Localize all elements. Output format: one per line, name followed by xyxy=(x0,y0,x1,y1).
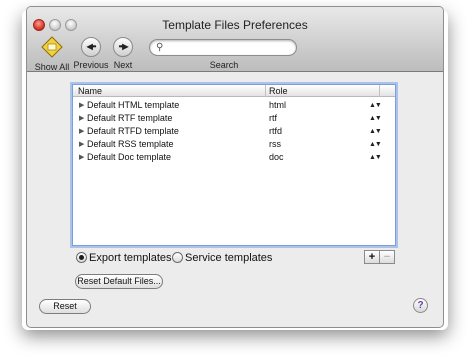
table-row[interactable]: ▶ Default HTML template html ▲▼ xyxy=(73,99,395,112)
template-role: rtf xyxy=(269,113,277,123)
show-all-icon xyxy=(41,36,63,58)
remove-template-button[interactable]: − xyxy=(379,250,395,264)
reset-button[interactable]: Reset xyxy=(39,299,91,314)
role-stepper-icon[interactable]: ▲▼ xyxy=(369,151,382,164)
column-divider xyxy=(379,85,380,97)
role-stepper-icon[interactable]: ▲▼ xyxy=(369,99,382,112)
table-row[interactable]: ▶ Default RTF template rtf ▲▼ xyxy=(73,112,395,125)
templates-table[interactable]: Name Role ▶ Default HTML template html ▲… xyxy=(72,84,396,246)
disclosure-triangle-icon[interactable]: ▶ xyxy=(79,112,84,125)
table-header: Name Role xyxy=(73,85,395,97)
role-stepper-icon[interactable]: ▲▼ xyxy=(369,138,382,151)
next-arrow-icon: ••▶ xyxy=(113,37,133,57)
service-templates-label[interactable]: Service templates xyxy=(185,251,272,265)
disclosure-triangle-icon[interactable]: ▶ xyxy=(79,151,84,164)
template-role: html xyxy=(269,100,287,110)
template-name: Default RTFD template xyxy=(87,126,179,136)
toolbar: Template Files Preferences Show All ◀•• … xyxy=(27,7,443,72)
role-stepper-icon[interactable]: ▲▼ xyxy=(369,125,382,138)
show-all-button[interactable]: Show All xyxy=(29,35,75,72)
template-name: Default RSS template xyxy=(87,139,174,149)
window-title: Template Files Preferences xyxy=(162,18,308,32)
template-role: rss xyxy=(269,139,281,149)
table-row[interactable]: ▶ Default RSS template rss ▲▼ xyxy=(73,138,395,151)
previous-arrow-icon: ◀•• xyxy=(81,37,101,57)
preferences-window: Template Files Preferences Show All ◀•• … xyxy=(26,6,444,328)
column-header-name[interactable]: Name xyxy=(78,85,102,97)
table-row[interactable]: ▶ Default Doc template doc ▲▼ xyxy=(73,151,395,164)
disclosure-triangle-icon[interactable]: ▶ xyxy=(79,138,84,151)
disclosure-triangle-icon[interactable]: ▶ xyxy=(79,125,84,138)
template-name: Default HTML template xyxy=(87,100,180,110)
search-icon: ⚲ xyxy=(156,42,164,53)
show-all-label: Show All xyxy=(34,62,70,72)
template-name: Default Doc template xyxy=(87,152,172,162)
service-templates-radio[interactable] xyxy=(172,252,183,263)
template-name: Default RTF template xyxy=(87,113,173,123)
search-label: Search xyxy=(209,60,239,70)
reset-default-files-button[interactable]: Reset Default Files... xyxy=(75,274,163,289)
template-role: doc xyxy=(269,152,284,162)
next-button[interactable]: ••▶ Next xyxy=(105,35,141,70)
role-stepper-icon[interactable]: ▲▼ xyxy=(369,112,382,125)
table-row[interactable]: ▶ Default RTFD template rtfd ▲▼ xyxy=(73,125,395,138)
column-divider xyxy=(265,85,266,97)
export-templates-radio[interactable] xyxy=(76,252,87,263)
add-remove-buttons: + − xyxy=(364,250,396,264)
next-label: Next xyxy=(113,60,133,70)
search-input[interactable] xyxy=(170,41,290,54)
disclosure-triangle-icon[interactable]: ▶ xyxy=(79,99,84,112)
help-icon[interactable]: ? xyxy=(413,298,428,313)
add-template-button[interactable]: + xyxy=(364,250,380,264)
search-field[interactable]: ⚲ xyxy=(149,39,297,56)
column-header-role[interactable]: Role xyxy=(269,85,288,97)
export-templates-label[interactable]: Export templates xyxy=(89,251,172,265)
previous-label: Previous xyxy=(73,60,109,70)
template-role: rtfd xyxy=(269,126,283,136)
previous-button[interactable]: ◀•• Previous xyxy=(73,35,109,70)
